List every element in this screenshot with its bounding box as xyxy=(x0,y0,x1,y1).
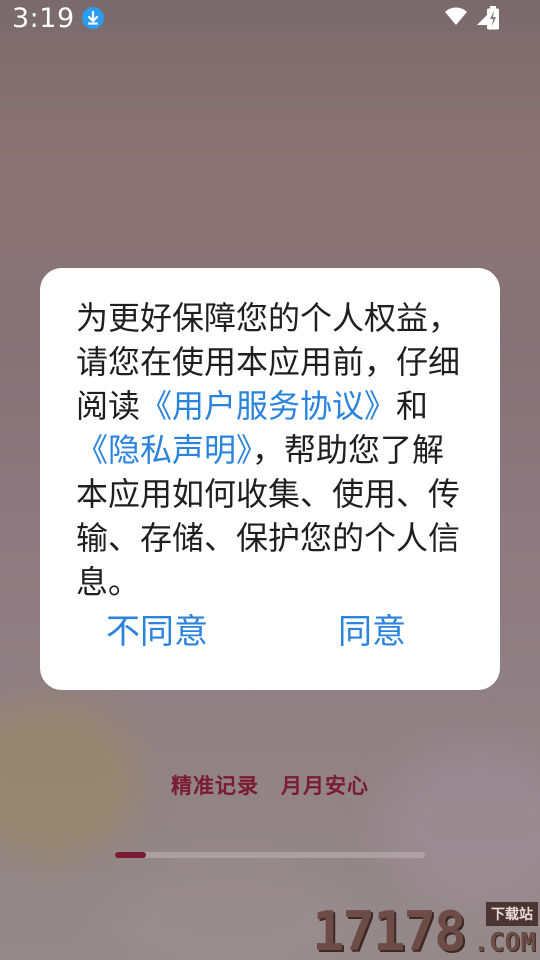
onboarding-page-indicator xyxy=(115,852,425,858)
user-agreement-link[interactable]: 《用户服务协议》 xyxy=(140,387,396,425)
wifi-icon xyxy=(444,6,468,30)
watermark-number: 17178 xyxy=(312,900,467,960)
message-text: 和 xyxy=(396,387,429,425)
status-time: 3:19 xyxy=(12,3,75,34)
download-icon xyxy=(82,7,104,29)
background-decoration xyxy=(380,740,540,910)
splash-screen: 3:19 精准记录 月月安心 17178 下载站 .COM 为更好保障您的个人权… xyxy=(0,0,540,960)
watermark-badge: 下载站 xyxy=(486,902,538,926)
agree-button[interactable]: 同意 xyxy=(338,604,406,653)
splash-tagline: 精准记录 月月安心 xyxy=(171,774,369,798)
disagree-button[interactable]: 不同意 xyxy=(106,604,208,653)
dialog-message: 为更好保障您的个人权益，请您在使用本应用前，仔细阅读《用户服务协议》和《隐私声明… xyxy=(76,296,468,604)
battery-charging-icon xyxy=(486,6,500,34)
page-indicator-active xyxy=(115,852,146,858)
status-bar: 3:19 xyxy=(0,0,540,40)
watermark-logo: 17178 下载站 .COM xyxy=(312,898,538,960)
privacy-policy-link[interactable]: 《隐私声明》 xyxy=(76,431,252,469)
watermark-domain: .COM xyxy=(473,928,536,958)
